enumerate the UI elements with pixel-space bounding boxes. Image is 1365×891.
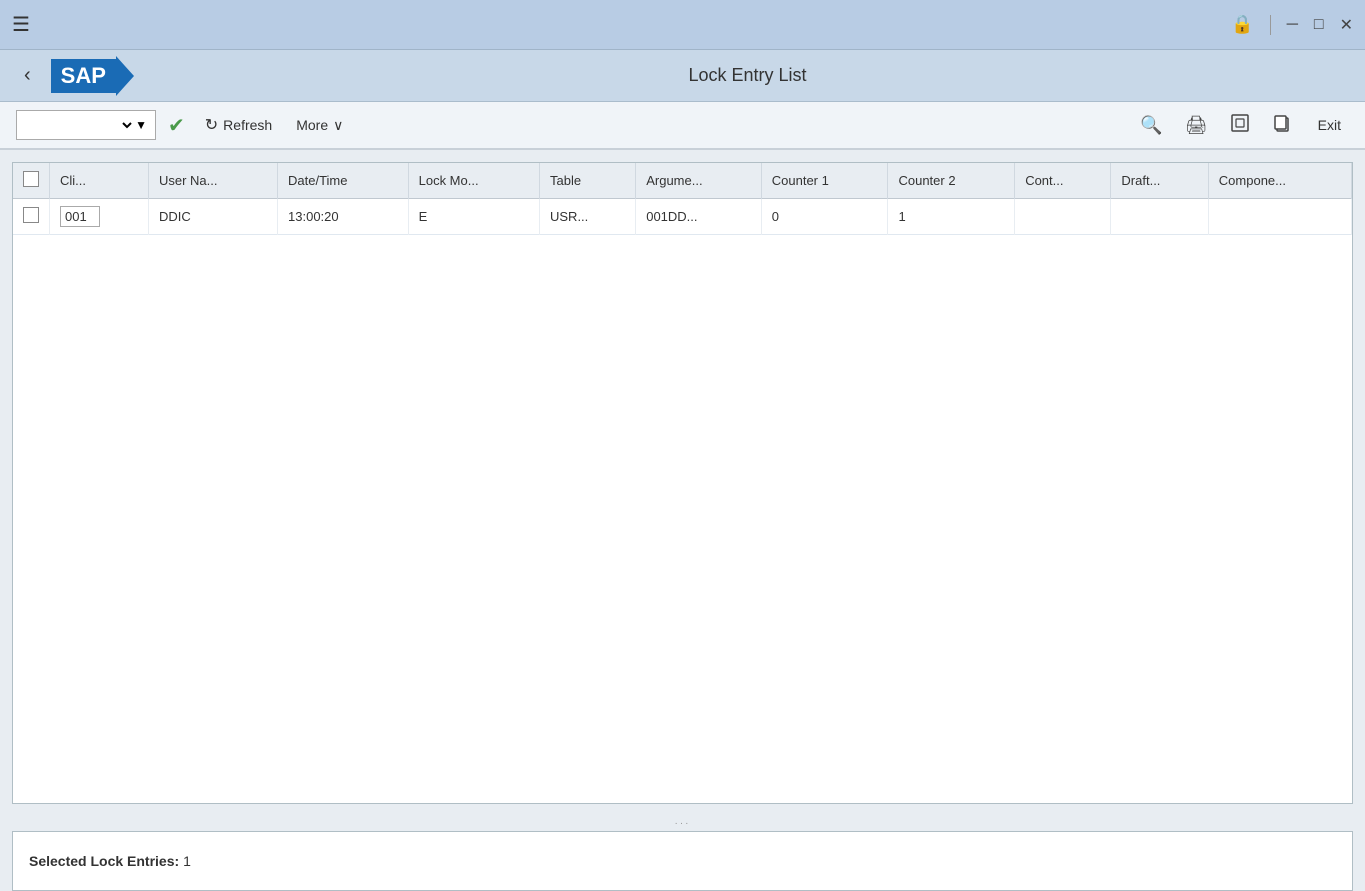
chevron-down-icon: ▼ (135, 118, 147, 132)
status-label: Selected Lock Entries: (29, 853, 179, 869)
col-client: Cli... (50, 163, 149, 199)
col-table: Table (540, 163, 636, 199)
cell-draft (1111, 199, 1208, 235)
expand-button[interactable] (1226, 109, 1254, 142)
col-select (13, 163, 50, 199)
check-button[interactable]: ✔ (164, 109, 189, 142)
cell-cont (1015, 199, 1111, 235)
cell-component (1208, 199, 1351, 235)
cell-username: DDIC (148, 199, 277, 235)
cell-datetime: 13:00:20 (278, 199, 409, 235)
table-header-row: Cli... User Na... Date/Time Lock Mo... T… (13, 163, 1352, 199)
refresh-label: Refresh (223, 117, 272, 133)
table-row[interactable]: 001DDIC13:00:20EUSR...001DD...01 (13, 199, 1352, 235)
exit-button[interactable]: Exit (1310, 113, 1349, 137)
col-cont: Cont... (1015, 163, 1111, 199)
row-select-cell (13, 199, 50, 235)
more-chevron-icon: ∨ (333, 117, 343, 134)
lock-entries-table: Cli... User Na... Date/Time Lock Mo... T… (13, 163, 1352, 235)
row-checkbox[interactable] (23, 207, 39, 223)
cell-client: 001 (50, 199, 149, 235)
refresh-button[interactable]: ↻ Refresh (197, 111, 280, 139)
sap-logo-triangle (116, 56, 134, 96)
back-button[interactable]: ‹ (16, 60, 39, 91)
copy-button[interactable] (1268, 109, 1296, 142)
hamburger-menu-icon[interactable]: ☰ (12, 12, 30, 37)
col-datetime: Date/Time (278, 163, 409, 199)
toolbar-right: 🔍 🖨 Exit (1136, 109, 1349, 142)
refresh-icon: ↻ (205, 115, 218, 135)
sap-header: ‹ SAP Lock Entry List (0, 50, 1365, 102)
status-text: Selected Lock Entries: 1 (29, 853, 191, 869)
lock-icon: 🔒 (1231, 14, 1253, 35)
sap-logo-text: SAP (51, 59, 116, 93)
main-content: Cli... User Na... Date/Time Lock Mo... T… (0, 150, 1365, 816)
cell-argument: 001DD... (636, 199, 762, 235)
cell-counter1: 0 (761, 199, 888, 235)
search-button[interactable]: 🔍 (1136, 111, 1166, 140)
table-body: 001DDIC13:00:20EUSR...001DD...01 (13, 199, 1352, 235)
print-button[interactable]: 🖨 (1181, 111, 1212, 140)
col-argument: Argume... (636, 163, 762, 199)
col-draft: Draft... (1111, 163, 1208, 199)
toolbar-select[interactable] (25, 117, 135, 134)
toolbar: ▼ ✔ ↻ Refresh More ∨ 🔍 🖨 Exit (0, 102, 1365, 150)
exit-label: Exit (1318, 117, 1341, 133)
table-container: Cli... User Na... Date/Time Lock Mo... T… (12, 162, 1353, 804)
status-bar: Selected Lock Entries: 1 (12, 831, 1353, 891)
col-counter1: Counter 1 (761, 163, 888, 199)
toolbar-dropdown[interactable]: ▼ (16, 110, 156, 140)
more-button[interactable]: More ∨ (288, 113, 351, 138)
select-all-checkbox[interactable] (23, 171, 39, 187)
col-component: Compone... (1208, 163, 1351, 199)
title-bar: ☰ 🔒 ─ □ ✕ (0, 0, 1365, 50)
col-username: User Na... (148, 163, 277, 199)
status-value: 1 (183, 853, 191, 869)
sap-logo: SAP (51, 56, 134, 96)
close-button[interactable]: ✕ (1340, 15, 1353, 35)
cell-table: USR... (540, 199, 636, 235)
divider (1270, 15, 1271, 35)
cell-lockmode: E (408, 199, 539, 235)
page-title: Lock Entry List (146, 65, 1349, 86)
more-label: More (296, 117, 328, 133)
cell-counter2: 1 (888, 199, 1015, 235)
maximize-button[interactable]: □ (1314, 16, 1324, 34)
resize-handle[interactable]: ··· (0, 816, 1365, 831)
col-lockmode: Lock Mo... (408, 163, 539, 199)
col-counter2: Counter 2 (888, 163, 1015, 199)
minimize-button[interactable]: ─ (1287, 16, 1298, 34)
